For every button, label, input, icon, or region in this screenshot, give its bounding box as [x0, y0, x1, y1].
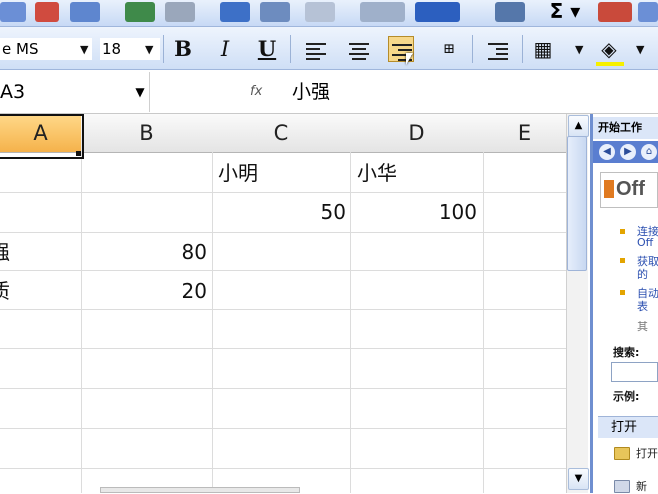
- font-size-dropdown-icon[interactable]: ▼: [145, 43, 153, 56]
- borders-dropdown-icon[interactable]: ▼: [575, 43, 583, 56]
- column-header-c[interactable]: C: [212, 114, 351, 153]
- fill-handle[interactable]: [76, 151, 81, 156]
- font-name-box[interactable]: e MS: [0, 38, 92, 60]
- font-name-value: e MS: [2, 40, 39, 58]
- new-link[interactable]: 新: [636, 478, 647, 494]
- column-header-d[interactable]: D: [350, 114, 484, 153]
- open-link[interactable]: 打开: [636, 445, 658, 461]
- new-icon[interactable]: [0, 2, 26, 22]
- save-icon[interactable]: [70, 2, 100, 22]
- worksheet-grid[interactable]: A B C D E 小明 小华 50 100 强 80 质 20: [0, 114, 567, 493]
- office-logo-icon: [604, 180, 614, 198]
- bullet-icon: [620, 229, 625, 234]
- fill-color-icon[interactable]: ◈: [596, 36, 622, 62]
- sort-ascending-icon[interactable]: [598, 2, 632, 22]
- font-size-value: 18: [102, 40, 122, 58]
- link-auto-2[interactable]: 表: [637, 298, 648, 314]
- cell-c2[interactable]: 50: [212, 193, 346, 231]
- fill-color-swatch: [596, 62, 624, 66]
- permission-icon[interactable]: [35, 2, 59, 22]
- scroll-down-icon[interactable]: ▼: [568, 468, 589, 490]
- bullet-icon: [620, 258, 625, 263]
- font-name-dropdown-icon[interactable]: ▼: [80, 43, 88, 56]
- merge-center-icon[interactable]: ⊞: [436, 36, 462, 62]
- back-icon[interactable]: ◀: [599, 144, 615, 160]
- active-cell-border: [0, 114, 84, 159]
- cell-a4[interactable]: 质: [0, 272, 10, 310]
- print-icon[interactable]: [125, 2, 155, 22]
- row-line: [0, 388, 566, 389]
- separator: [163, 35, 164, 63]
- separator: [290, 35, 291, 63]
- fill-color-dropdown-icon[interactable]: ▼: [636, 43, 644, 56]
- row-line: [0, 348, 566, 349]
- row-line: [0, 428, 566, 429]
- align-left-icon[interactable]: [303, 36, 329, 62]
- underline-button[interactable]: U: [254, 36, 280, 62]
- insert-function-icon[interactable]: fx: [250, 72, 272, 112]
- row-line: [0, 468, 566, 469]
- paste-icon[interactable]: [360, 2, 405, 22]
- cell-b3[interactable]: 80: [81, 233, 207, 271]
- separator: [522, 35, 523, 63]
- bullet-icon: [620, 290, 625, 295]
- forward-icon[interactable]: ▶: [620, 144, 636, 160]
- formatting-toolbar: e MS ▼ 18 ▼ B I U ⊞ ▦ ▼ ◈ ▼: [0, 27, 658, 70]
- cell-c1[interactable]: 小明: [218, 154, 258, 192]
- name-box[interactable]: A3: [0, 72, 150, 112]
- task-pane-title[interactable]: 开始工作: [593, 117, 658, 139]
- mouse-cursor-icon: [406, 53, 413, 65]
- link-get-2[interactable]: 的: [637, 266, 648, 282]
- spelling-icon[interactable]: [220, 2, 250, 22]
- open-section-header: 打开: [598, 416, 658, 438]
- italic-button[interactable]: I: [212, 36, 238, 62]
- print-preview-icon[interactable]: [165, 2, 195, 22]
- col-line: [483, 152, 484, 493]
- align-center-icon[interactable]: [346, 36, 372, 62]
- bold-button[interactable]: B: [170, 36, 196, 62]
- copy-icon[interactable]: [305, 2, 335, 22]
- research-icon[interactable]: [260, 2, 290, 22]
- cell-b4[interactable]: 20: [81, 272, 207, 310]
- task-pane-nav: ◀ ▶ ⌂: [593, 141, 658, 163]
- new-file-icon: [614, 480, 630, 493]
- col-line: [81, 152, 82, 493]
- scrollbar-thumb[interactable]: [567, 136, 587, 271]
- indent-icon[interactable]: [485, 36, 511, 62]
- office-logo-text: Off: [616, 178, 645, 200]
- link-office[interactable]: Off: [637, 236, 653, 249]
- cell-a3[interactable]: 强: [0, 233, 10, 271]
- autosum-icon[interactable]: Σ ▾: [540, 1, 590, 22]
- search-input[interactable]: [611, 362, 658, 382]
- home-icon[interactable]: ⌂: [641, 144, 657, 160]
- borders-icon[interactable]: ▦: [530, 36, 556, 62]
- cell-d2[interactable]: 100: [350, 193, 477, 231]
- formula-input[interactable]: 小强: [292, 72, 572, 112]
- search-label: 搜索:: [613, 346, 640, 359]
- hyperlink-icon[interactable]: [495, 2, 525, 22]
- cell-d1[interactable]: 小华: [357, 154, 397, 192]
- column-header-e[interactable]: E: [483, 114, 567, 153]
- separator: [472, 35, 473, 63]
- chart-wizard-icon[interactable]: [638, 2, 658, 22]
- folder-icon: [614, 447, 630, 460]
- example-label: 示例:: [613, 390, 640, 403]
- standard-toolbar: Σ ▾: [0, 0, 658, 27]
- undo-icon[interactable]: [415, 2, 460, 22]
- pane-more-text: 其: [637, 320, 648, 333]
- sheet-tabs-area[interactable]: [100, 487, 300, 493]
- scroll-up-icon[interactable]: ▲: [568, 115, 589, 137]
- name-box-dropdown-icon[interactable]: ▼: [130, 72, 150, 112]
- column-header-b[interactable]: B: [81, 114, 213, 153]
